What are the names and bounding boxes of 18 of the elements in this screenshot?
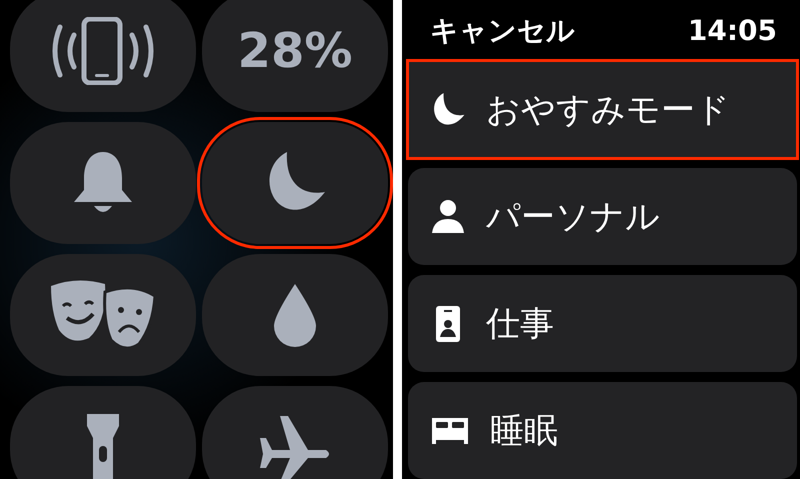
control-tile[interactable] <box>202 122 388 244</box>
flashlight-icon <box>85 412 121 479</box>
phone-vibrate-icon <box>52 17 154 85</box>
person-icon <box>430 198 466 234</box>
focus-label: 睡眠 <box>490 410 558 452</box>
focus-label: パーソナル <box>486 196 660 238</box>
cancel-button[interactable]: キャンセル <box>430 12 575 50</box>
focus-label: 仕事 <box>486 302 554 346</box>
water-drop-icon <box>272 282 318 348</box>
clock-time: 14:05 <box>688 14 777 47</box>
battery-percent: 28% <box>238 23 352 79</box>
focus-label: おやすみモード <box>486 88 730 132</box>
focus-item[interactable]: 睡眠 <box>408 382 797 479</box>
control-tile[interactable]: 28% <box>202 0 388 112</box>
focus-item[interactable]: パーソナル <box>408 168 797 265</box>
focus-item[interactable]: おやすみモード <box>408 61 797 158</box>
focus-item[interactable]: 仕事 <box>408 275 797 372</box>
bed-icon <box>430 416 470 446</box>
